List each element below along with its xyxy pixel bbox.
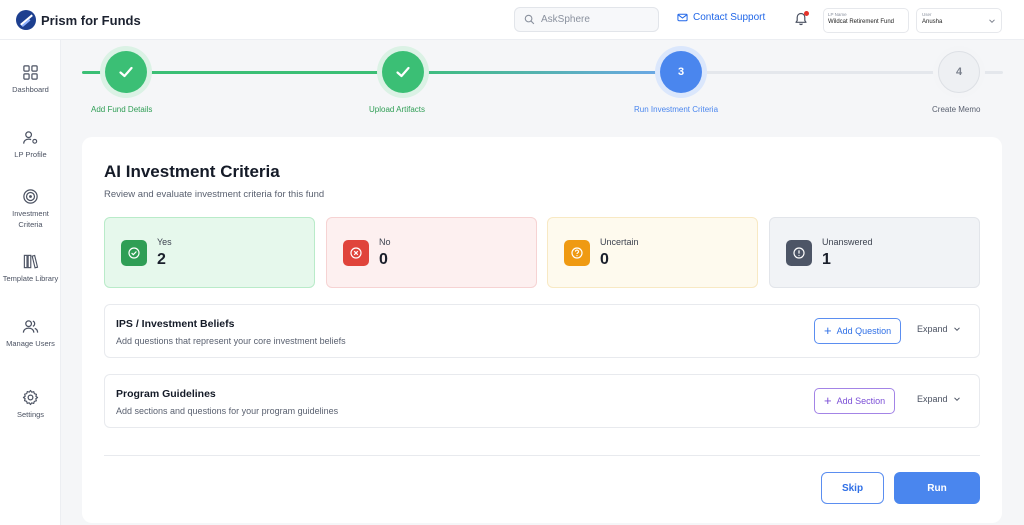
step-1-circle[interactable] — [105, 51, 147, 93]
add-section-button[interactable]: + Add Section — [814, 388, 896, 414]
section-title: Program Guidelines — [116, 388, 216, 400]
notifications-button[interactable] — [793, 11, 809, 27]
sidebar-item-label: Manage Users — [6, 339, 55, 348]
lp-fund-selector[interactable]: LP Name Wildcat Retirement Fund — [823, 8, 909, 33]
section-program-guidelines: Program Guidelines Add sections and ques… — [104, 374, 980, 428]
section-ips-investment-beliefs: IPS / Investment Beliefs Add questions t… — [104, 304, 980, 358]
investment-criteria-card: AI Investment Criteria Review and evalua… — [82, 137, 1002, 523]
user-name: Anusha — [922, 19, 943, 25]
expand-button[interactable]: Expand — [917, 394, 961, 404]
stat-value: 0 — [600, 251, 609, 268]
divider — [104, 455, 980, 456]
sidebar-item-investment-criteria[interactable]: Investment Criteria — [0, 188, 61, 230]
lp-profile-icon — [23, 131, 38, 144]
section-description: Add questions that represent your core i… — [116, 336, 346, 346]
stat-value: 2 — [157, 251, 166, 268]
notification-dot — [804, 11, 809, 16]
sidebar: Dashboard LP Profile Investment Criteria… — [0, 40, 61, 525]
stat-value: 1 — [822, 251, 831, 268]
prism-logo-icon — [16, 10, 36, 30]
expand-label: Expand — [917, 324, 948, 334]
users-icon — [22, 320, 39, 333]
sidebar-item-label: Settings — [16, 410, 45, 419]
plus-icon: + — [824, 323, 832, 338]
step-4-label: Create Memo — [932, 105, 981, 114]
section-title: IPS / Investment Beliefs — [116, 318, 235, 330]
stat-label: Unanswered — [822, 237, 873, 247]
gear-icon — [22, 389, 39, 406]
plus-icon: + — [824, 393, 832, 408]
step-2-circle[interactable] — [382, 51, 424, 93]
library-icon — [23, 254, 39, 269]
target-icon — [23, 189, 38, 204]
sidebar-item-label: Dashboard — [12, 85, 49, 94]
dashboard-icon — [23, 65, 38, 80]
add-question-button[interactable]: + Add Question — [814, 318, 902, 344]
alert-circle-icon — [786, 240, 812, 266]
skip-button[interactable]: Skip — [821, 472, 884, 504]
run-button[interactable]: Run — [894, 472, 980, 504]
stat-value: 0 — [379, 251, 388, 268]
expand-button[interactable]: Expand — [917, 324, 961, 334]
stat-label: Uncertain — [600, 237, 639, 247]
stat-card-yes: Yes 2 — [104, 217, 315, 288]
checkmark-icon — [396, 66, 410, 78]
add-section-label: Add Section — [836, 396, 886, 406]
user-selector[interactable]: User Anusha — [916, 8, 1002, 33]
stat-card-no: No 0 — [326, 217, 537, 288]
chevron-down-icon — [953, 397, 960, 402]
progress-stepper: 3 4 Add Fund Details Upload Artifacts Ru… — [61, 40, 1024, 135]
step-3-number: 3 — [677, 66, 685, 78]
stat-card-uncertain: Uncertain 0 — [547, 217, 758, 288]
sidebar-item-settings[interactable]: Settings — [0, 389, 61, 421]
chevron-down-icon — [989, 19, 995, 24]
page-subtitle: Review and evaluate investment criteria … — [104, 189, 325, 200]
sidebar-item-dashboard[interactable]: Dashboard — [0, 64, 61, 96]
step-3-circle[interactable]: 3 — [660, 51, 702, 93]
section-description: Add sections and questions for your prog… — [116, 406, 339, 416]
question-circle-icon — [564, 240, 590, 266]
step-3-label: Run Investment Criteria — [634, 105, 719, 114]
sidebar-item-label: Investment Criteria — [12, 209, 49, 229]
app-name: Prism for Funds — [41, 12, 141, 28]
stat-label: Yes — [157, 237, 172, 247]
expand-label: Expand — [917, 394, 948, 404]
lp-name-value: Wildcat Retirement Fund — [828, 19, 895, 25]
page-title: AI Investment Criteria — [104, 162, 280, 181]
chevron-down-icon — [953, 327, 960, 332]
check-circle-icon — [121, 240, 147, 266]
search-icon — [524, 14, 535, 25]
contact-support-label: Contact Support — [693, 12, 766, 23]
x-circle-icon — [343, 240, 369, 266]
top-header: Prism for Funds Contact Support LP Name … — [0, 0, 1024, 40]
contact-support-link[interactable]: Contact Support — [677, 12, 765, 23]
sidebar-item-lp-profile[interactable]: LP Profile — [0, 129, 61, 161]
brand[interactable]: Prism for Funds — [16, 10, 141, 30]
sidebar-item-template-library[interactable]: Template Library — [0, 253, 61, 285]
search-input[interactable] — [541, 14, 651, 25]
stat-card-unanswered: Unanswered 1 — [769, 217, 980, 288]
step-4-number: 4 — [955, 66, 963, 78]
stepper-track-progress — [404, 71, 682, 74]
checkmark-icon — [119, 66, 133, 78]
step-4-circle[interactable]: 4 — [938, 51, 980, 93]
stat-label: No — [379, 237, 391, 247]
step-1-label: Add Fund Details — [91, 105, 153, 114]
mail-icon — [677, 13, 688, 22]
step-2-label: Upload Artifacts — [369, 105, 426, 114]
sidebar-item-label: LP Profile — [14, 150, 47, 159]
sidebar-item-manage-users[interactable]: Manage Users — [0, 318, 61, 350]
sidebar-item-label: Template Library — [2, 274, 59, 283]
add-question-label: Add Question — [836, 326, 892, 336]
search-box[interactable] — [514, 7, 659, 32]
